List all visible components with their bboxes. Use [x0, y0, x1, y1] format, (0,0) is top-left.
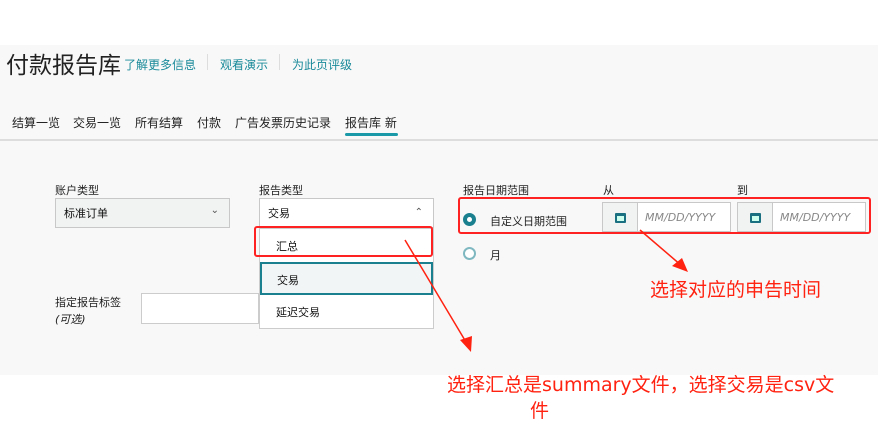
- type-annotation-line2: 件: [530, 400, 550, 422]
- annotation-arrows: [404, 229, 688, 352]
- date-annotation: 选择对应的申告时间: [650, 279, 822, 301]
- type-annotation-line1: 选择汇总是summary文件，选择交易是csv文: [447, 374, 835, 396]
